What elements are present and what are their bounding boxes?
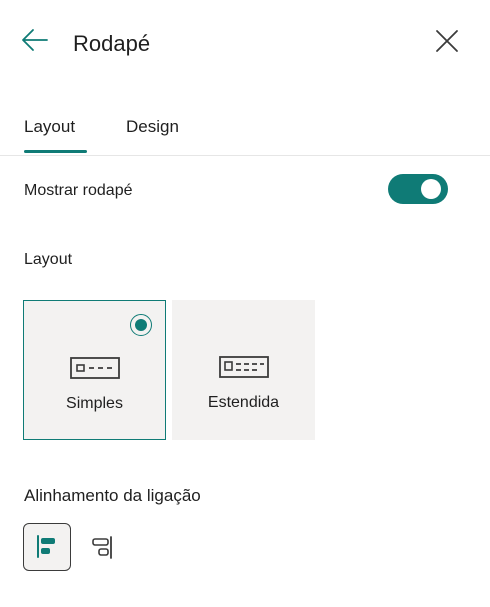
align-left-button[interactable]	[23, 523, 71, 571]
toggle-knob	[421, 179, 441, 199]
close-button[interactable]	[432, 28, 462, 58]
tabs-divider	[0, 155, 490, 156]
close-icon	[436, 30, 458, 52]
footer-simple-layout-icon	[70, 357, 120, 379]
footer-extended-layout-icon	[219, 356, 269, 378]
layout-section-label: Layout	[24, 251, 73, 268]
layout-simple-radio[interactable]	[130, 314, 152, 336]
align-left-icon	[37, 535, 55, 558]
show-footer-toggle[interactable]	[388, 174, 448, 204]
tab-design[interactable]: Design	[126, 117, 179, 137]
layout-option-extended-label: Estendida	[207, 394, 280, 411]
link-alignment-label: Alinhamento da ligação	[24, 486, 201, 505]
align-right-button[interactable]	[80, 523, 128, 571]
tab-layout[interactable]: Layout	[24, 117, 75, 137]
back-button[interactable]	[20, 26, 50, 56]
layout-option-simple[interactable]: Simples	[23, 300, 166, 440]
tab-selected-indicator	[24, 150, 87, 153]
arrow-left-icon	[22, 29, 48, 51]
layout-option-extended[interactable]: Estendida	[172, 300, 315, 440]
show-footer-label: Mostrar rodapé	[24, 182, 133, 199]
layout-option-simple-label: Simples	[66, 395, 123, 412]
radio-selected-dot	[134, 318, 147, 331]
panel-title: Rodapé	[73, 31, 151, 56]
align-right-icon	[92, 536, 112, 559]
